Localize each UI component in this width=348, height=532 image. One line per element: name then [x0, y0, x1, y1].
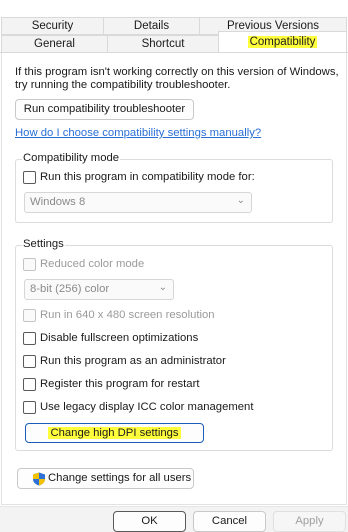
disable-fullscreen-checkbox[interactable]	[23, 332, 36, 345]
color-depth-select[interactable]: 8-bit (256) color ⌄	[24, 279, 174, 300]
tab-security[interactable]: Security	[1, 17, 104, 35]
compat-mode-legend: Compatibility mode	[22, 152, 121, 164]
chevron-down-icon: ⌄	[236, 195, 245, 206]
intro-line-2: try running the compatibility troublesho…	[15, 79, 231, 91]
register-restart-label: Register this program for restart	[40, 378, 200, 390]
tab-general-label: General	[34, 38, 75, 50]
run-troubleshooter-label: Run compatibility troubleshooter	[23, 103, 186, 115]
change-dpi-button[interactable]: Change high DPI settings	[25, 423, 204, 443]
ok-label: OK	[141, 515, 158, 527]
run-troubleshooter-button[interactable]: Run compatibility troubleshooter	[15, 99, 194, 120]
color-depth-value: 8-bit (256) color	[30, 283, 110, 295]
run-640-checkbox[interactable]	[23, 309, 36, 322]
settings-group	[15, 245, 333, 451]
tab-details[interactable]: Details	[103, 17, 200, 35]
tab-security-label: Security	[31, 20, 74, 32]
change-all-users-button[interactable]: Change settings for all users	[17, 468, 194, 489]
shield-icon	[32, 472, 46, 486]
os-version-select[interactable]: Windows 8 ⌄	[24, 192, 252, 213]
apply-label: Apply	[295, 515, 324, 527]
compat-mode-checkbox[interactable]	[23, 171, 36, 184]
ok-button[interactable]: OK	[113, 511, 186, 532]
legacy-icc-label: Use legacy display ICC color management	[40, 401, 254, 413]
change-all-users-label: Change settings for all users	[48, 472, 192, 484]
tab-compatibility-label: Compatibility	[247, 36, 318, 48]
legacy-icc-checkbox[interactable]	[23, 401, 36, 414]
run-admin-label: Run this program as an administrator	[40, 355, 226, 367]
cancel-label: Cancel	[211, 515, 248, 527]
compat-mode-group	[15, 159, 333, 223]
run-640-label: Run in 640 x 480 screen resolution	[40, 309, 215, 321]
chevron-down-icon: ⌄	[158, 282, 167, 293]
tab-shortcut[interactable]: Shortcut	[107, 35, 219, 53]
tab-compatibility[interactable]: Compatibility	[218, 31, 347, 53]
settings-legend: Settings	[22, 238, 65, 250]
register-restart-checkbox[interactable]	[23, 378, 36, 391]
run-admin-checkbox[interactable]	[23, 355, 36, 368]
apply-button[interactable]: Apply	[273, 511, 346, 532]
help-link[interactable]: How do I choose compatibility settings m…	[15, 127, 261, 139]
cancel-button[interactable]: Cancel	[193, 511, 266, 532]
tab-shortcut-label: Shortcut	[141, 38, 185, 50]
intro-line-1: If this program isn't working correctly …	[15, 66, 339, 78]
tab-details-label: Details	[133, 20, 170, 32]
reduced-color-checkbox[interactable]	[23, 258, 36, 271]
tab-general[interactable]: General	[1, 35, 108, 53]
reduced-color-label: Reduced color mode	[40, 258, 145, 270]
os-version-value: Windows 8	[30, 196, 86, 208]
compat-mode-label: Run this program in compatibility mode f…	[40, 171, 255, 183]
change-dpi-label: Change high DPI settings	[48, 427, 181, 439]
disable-fullscreen-label: Disable fullscreen optimizations	[40, 332, 199, 344]
